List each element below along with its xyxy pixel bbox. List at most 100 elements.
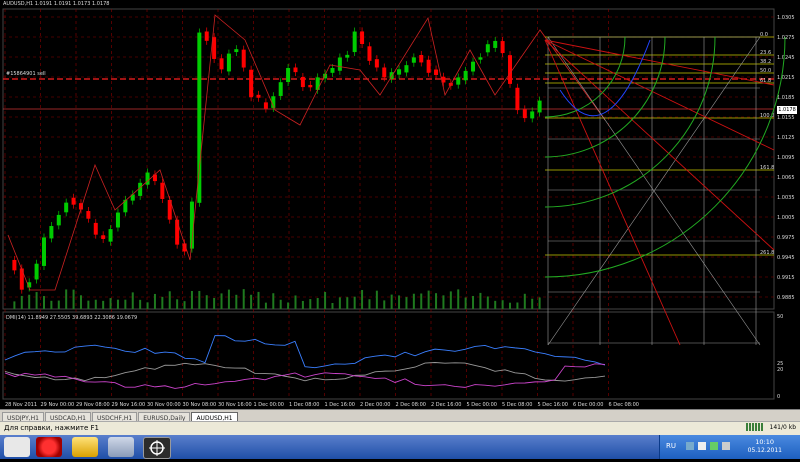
- price-pane-frame: [2, 8, 775, 310]
- dmi-plus-line: [4, 335, 606, 369]
- opera-icon[interactable]: [36, 437, 62, 457]
- candle-body: [508, 55, 513, 84]
- candle-body: [108, 229, 113, 242]
- metatrader-icon[interactable]: [143, 437, 171, 459]
- candle-body: [315, 77, 320, 90]
- candle-body: [263, 102, 268, 109]
- candle-body: [522, 109, 527, 119]
- fib-level-label: 261.8: [760, 250, 774, 256]
- candle-body: [71, 197, 76, 205]
- chart-title: AUDUSD,H1 1.0191 1.0191 1.0173 1.0178: [3, 1, 110, 7]
- candle-body: [337, 57, 342, 71]
- tab-usdchf[interactable]: USDCHF,H1: [91, 412, 138, 422]
- time-tick-label: 29 Nov 16:00: [112, 402, 146, 408]
- candle-body: [426, 59, 431, 73]
- price-tick-label: 0.9885: [777, 295, 795, 301]
- current-price-badge: 1.0178: [777, 106, 797, 114]
- order-label: #15864901 sell: [6, 71, 46, 77]
- time-tick-label: 5 Dec 00:00: [467, 402, 497, 408]
- clock-time[interactable]: 10:10: [755, 438, 774, 446]
- candle-body: [204, 31, 209, 41]
- indicator-tick-label: 50: [777, 314, 783, 320]
- candle-body: [411, 57, 416, 63]
- clock-date[interactable]: 05.12.2011: [748, 447, 782, 454]
- candle-body: [197, 32, 202, 203]
- candle-body: [219, 58, 224, 70]
- price-tick-label: 1.0065: [777, 175, 795, 181]
- time-tick-label: 6 Dec 00:00: [573, 402, 603, 408]
- candle-body: [115, 212, 120, 228]
- candle-body: [19, 268, 24, 290]
- candle-body: [300, 76, 305, 88]
- tab-eurusd[interactable]: EURUSD,Daily: [138, 412, 191, 422]
- traffic-indicator: 141/0 kb: [769, 423, 796, 431]
- candle-body: [360, 31, 365, 45]
- fib-level-label: 23.6: [760, 50, 771, 56]
- candle-body: [64, 202, 69, 213]
- candle-body: [374, 59, 379, 68]
- display-icon[interactable]: [722, 442, 730, 450]
- fib-level-label: 0.0: [760, 32, 768, 38]
- language-indicator[interactable]: RU: [666, 442, 676, 450]
- candle-body: [41, 237, 46, 266]
- candle-body: [382, 67, 387, 78]
- candle-body: [537, 100, 542, 113]
- fib-fan-line: [544, 39, 775, 151]
- candle-body: [493, 40, 498, 48]
- indicator-tick-label: 20: [777, 367, 783, 373]
- time-tick-label: 30 Nov 00:00: [147, 402, 181, 408]
- tab-usdcad[interactable]: USDCAD,H1: [44, 412, 91, 422]
- price-tick-label: 1.0275: [777, 35, 795, 41]
- candle-body: [397, 69, 402, 75]
- volume-icon[interactable]: [698, 442, 706, 450]
- candle-body: [93, 222, 98, 235]
- price-tick-label: 1.0095: [777, 155, 795, 161]
- price-tick-label: 0.9915: [777, 275, 795, 281]
- tab-audusd[interactable]: AUDUSD,H1: [191, 412, 238, 422]
- status-bar: Для справки, нажмите F1 141/0 kb: [0, 421, 800, 435]
- price-tick-label: 1.0035: [777, 195, 795, 201]
- candle-body: [286, 68, 291, 82]
- chart-window[interactable]: 1.0305 1.0275 1.0245 1.0215 1.0185 1.0155 1.01…: [0, 0, 800, 409]
- taskbar: RU 10:10 05.12.2011: [0, 435, 800, 459]
- price-tick-label: 1.0125: [777, 135, 795, 141]
- candle-body: [404, 65, 409, 73]
- dmi-minus-line: [4, 363, 606, 389]
- candle-body: [330, 67, 335, 73]
- folder-icon[interactable]: [72, 437, 98, 457]
- candle-body: [456, 77, 461, 85]
- price-tick-label: 0.9945: [777, 255, 795, 261]
- candle-body: [249, 69, 254, 98]
- price-tick-label: 1.0305: [777, 15, 795, 21]
- candle-body: [352, 31, 357, 53]
- time-tick-label: 30 Nov 08:00: [183, 402, 217, 408]
- indicator-title: DMI(14) 11.8949 27.5505 39.6893 22.3086 …: [6, 315, 138, 321]
- candle-body: [434, 69, 439, 75]
- time-tick-label: 5 Dec 08:00: [502, 402, 532, 408]
- candle-body: [34, 263, 39, 280]
- candle-body: [86, 211, 91, 219]
- price-chart[interactable]: 1.03051.02751.02451.02151.01851.01551.01…: [0, 0, 800, 409]
- candle-body: [49, 226, 54, 239]
- candle-body: [241, 49, 246, 68]
- price-tick-label: 1.0185: [777, 95, 795, 101]
- candle-body: [160, 182, 165, 199]
- candle-body: [293, 67, 298, 73]
- security-icon[interactable]: [710, 442, 718, 450]
- fib-level-label: 50.0: [760, 68, 771, 74]
- price-tick-label: 1.0215: [777, 75, 795, 81]
- network-icon[interactable]: [686, 442, 694, 450]
- tab-usdjpy[interactable]: USDJPY,H1: [2, 412, 44, 422]
- candle-body: [175, 219, 180, 245]
- time-tick-label: 29 Nov 00:00: [41, 402, 75, 408]
- dmi-adx-line: [4, 362, 606, 382]
- candle-body: [515, 87, 520, 111]
- crosshair-icon: [149, 440, 165, 456]
- candle-body: [56, 214, 61, 226]
- connection-bars-icon: [745, 423, 764, 431]
- time-tick-label: 2 Dec 16:00: [431, 402, 461, 408]
- desktop-icon[interactable]: [4, 437, 30, 457]
- candle-body: [345, 54, 350, 58]
- paint-icon[interactable]: [108, 437, 134, 457]
- candle-body: [234, 49, 239, 53]
